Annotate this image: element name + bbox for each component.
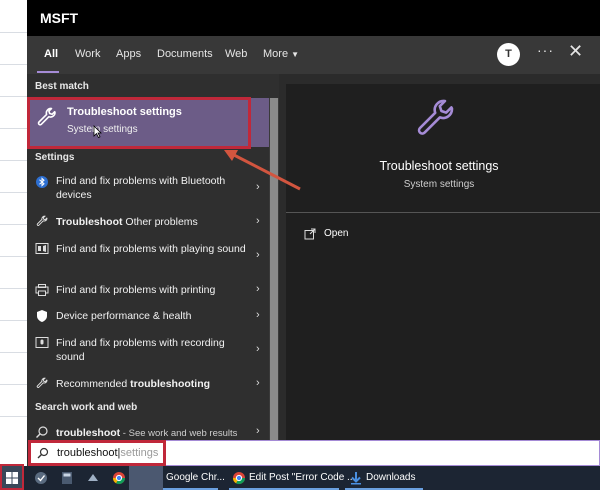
list-item-bold: Troubleshoot bbox=[56, 216, 123, 228]
search-icon bbox=[36, 426, 48, 438]
list-item-bold: troubleshooting bbox=[130, 378, 211, 390]
chevron-right-icon[interactable]: › bbox=[256, 309, 260, 321]
tab-documents[interactable]: Documents bbox=[157, 48, 213, 60]
results-list: Best match Troubleshoot settings System … bbox=[27, 74, 279, 440]
search-web-heading: Search work and web bbox=[35, 402, 138, 413]
screenshot: MSFT All Work Apps Documents Web More ▼ T… bbox=[0, 0, 600, 490]
web-result-bold: troubleshoot bbox=[56, 427, 121, 439]
web-result-item[interactable]: troubleshoot - See work and web results … bbox=[27, 424, 269, 440]
detail-pane: Troubleshoot settings System settings Op… bbox=[286, 84, 600, 440]
open-label: Open bbox=[324, 228, 349, 239]
search-tabs: All Work Apps Documents Web More ▼ T ··· … bbox=[27, 36, 600, 74]
wrench-icon bbox=[36, 215, 48, 226]
microphone-icon bbox=[35, 337, 49, 348]
download-icon[interactable] bbox=[350, 471, 362, 485]
divider bbox=[286, 212, 600, 213]
close-icon[interactable]: ✕ bbox=[568, 41, 583, 62]
tab-apps[interactable]: Apps bbox=[116, 48, 141, 60]
list-item[interactable]: Device performance & health › bbox=[27, 308, 269, 326]
list-item[interactable]: Find and fix problems with printing › bbox=[27, 282, 269, 300]
list-item[interactable]: Troubleshoot Other problems › bbox=[27, 214, 269, 232]
wrench-icon bbox=[417, 99, 454, 135]
chrome-icon[interactable] bbox=[232, 471, 246, 485]
detail-title: Troubleshoot settings bbox=[379, 159, 499, 173]
calculator-icon[interactable] bbox=[60, 471, 74, 485]
taskbar-app-google-chrome[interactable]: Google Chr... bbox=[166, 466, 225, 490]
chevron-right-icon[interactable]: › bbox=[256, 377, 260, 389]
tab-more-label: More bbox=[263, 48, 289, 60]
task-view-icon[interactable] bbox=[34, 471, 48, 485]
tab-all[interactable]: All bbox=[44, 48, 58, 60]
list-item-rest: Other problems bbox=[122, 216, 198, 228]
app-icon[interactable] bbox=[86, 471, 100, 485]
chevron-right-icon[interactable]: › bbox=[256, 215, 260, 227]
list-item-label: Find and fix problems with playing sound bbox=[56, 243, 246, 255]
taskbar-app-downloads[interactable]: Downloads bbox=[366, 466, 415, 490]
background-document bbox=[0, 0, 27, 466]
list-item-label: Troubleshoot Other problems bbox=[56, 215, 256, 229]
annotation-arrow bbox=[224, 150, 301, 191]
tab-web[interactable]: Web bbox=[225, 48, 247, 60]
title-bar: MSFT bbox=[27, 0, 600, 36]
printer-icon bbox=[35, 284, 49, 296]
taskbar: Google Chr... Edit Post "Error Code ... … bbox=[0, 466, 600, 490]
open-icon bbox=[304, 228, 316, 240]
wrench-icon bbox=[36, 377, 48, 388]
list-item-label: Find and fix problems with printing bbox=[56, 284, 216, 296]
active-tab-indicator bbox=[37, 71, 59, 73]
chevron-right-icon[interactable]: › bbox=[256, 343, 260, 355]
bluetooth-icon bbox=[36, 176, 48, 188]
annotation-box-best-match bbox=[27, 97, 251, 149]
tab-work[interactable]: Work bbox=[75, 48, 100, 60]
list-item-label: Find and fix problems with recording sou… bbox=[56, 337, 225, 363]
settings-heading: Settings bbox=[35, 152, 75, 163]
chevron-right-icon[interactable]: › bbox=[256, 249, 260, 261]
web-result-rest: - See work and web results bbox=[120, 428, 238, 439]
annotation-box-search bbox=[28, 440, 166, 466]
start-search-panel: MSFT All Work Apps Documents Web More ▼ T… bbox=[27, 0, 600, 466]
open-action[interactable]: Open bbox=[304, 227, 424, 245]
annotation-box-start bbox=[0, 464, 24, 490]
list-item[interactable]: Recommended troubleshooting › bbox=[27, 376, 269, 394]
list-item[interactable]: Find and fix problems with playing sound… bbox=[27, 241, 269, 273]
avatar[interactable]: T bbox=[497, 43, 520, 66]
list-item-label: Device performance & health bbox=[56, 310, 192, 322]
list-item-label: Recommended troubleshooting bbox=[56, 377, 256, 391]
shield-icon bbox=[37, 310, 47, 322]
best-match-heading: Best match bbox=[35, 81, 89, 92]
list-item[interactable]: Find and fix problems with recording sou… bbox=[27, 335, 269, 367]
speaker-icon bbox=[35, 243, 49, 254]
chrome-icon[interactable] bbox=[112, 471, 126, 485]
chevron-right-icon[interactable]: › bbox=[256, 283, 260, 295]
web-result-label: troubleshoot - See work and web results bbox=[56, 426, 256, 440]
more-options-icon[interactable]: ··· bbox=[537, 42, 554, 58]
app-thumbnail[interactable] bbox=[129, 466, 163, 490]
tab-more[interactable]: More ▼ bbox=[263, 48, 299, 60]
detail-subtitle: System settings bbox=[403, 179, 475, 190]
window-title: MSFT bbox=[40, 10, 79, 26]
taskbar-app-edit-post[interactable]: Edit Post "Error Code ... bbox=[249, 466, 355, 490]
chevron-right-icon[interactable]: › bbox=[256, 425, 260, 437]
chevron-down-icon: ▼ bbox=[291, 50, 299, 59]
list-item-rest: Recommended bbox=[56, 378, 131, 390]
